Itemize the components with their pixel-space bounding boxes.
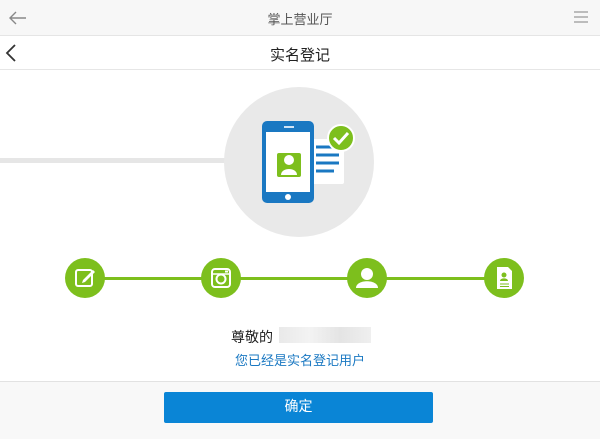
step-document xyxy=(484,258,524,298)
footer-bar: 确定 xyxy=(0,381,600,439)
step-edit xyxy=(65,258,105,298)
progress-track xyxy=(0,158,230,163)
page-title: 实名登记 xyxy=(269,46,330,64)
user-icon xyxy=(356,268,378,288)
page-header: 实名登记 xyxy=(0,36,600,70)
step-camera xyxy=(201,258,241,298)
document-icon xyxy=(497,267,512,289)
registration-illustration xyxy=(224,87,374,237)
app-title-bar: 掌上营业厅 xyxy=(0,0,600,36)
masked-username xyxy=(279,327,371,343)
camera-icon xyxy=(211,268,231,288)
app-title: 掌上营业厅 xyxy=(267,13,333,28)
edit-icon xyxy=(75,269,95,287)
registration-status-text[interactable]: 您已经是实名登记用户 xyxy=(0,350,600,369)
menu-icon[interactable] xyxy=(574,11,588,23)
step-user xyxy=(347,258,387,298)
greeting-text: 尊敬的 xyxy=(231,330,273,346)
confirm-button[interactable]: 确定 xyxy=(164,392,433,423)
steps-connector xyxy=(85,277,505,280)
phone-id-card-icon xyxy=(262,121,355,203)
